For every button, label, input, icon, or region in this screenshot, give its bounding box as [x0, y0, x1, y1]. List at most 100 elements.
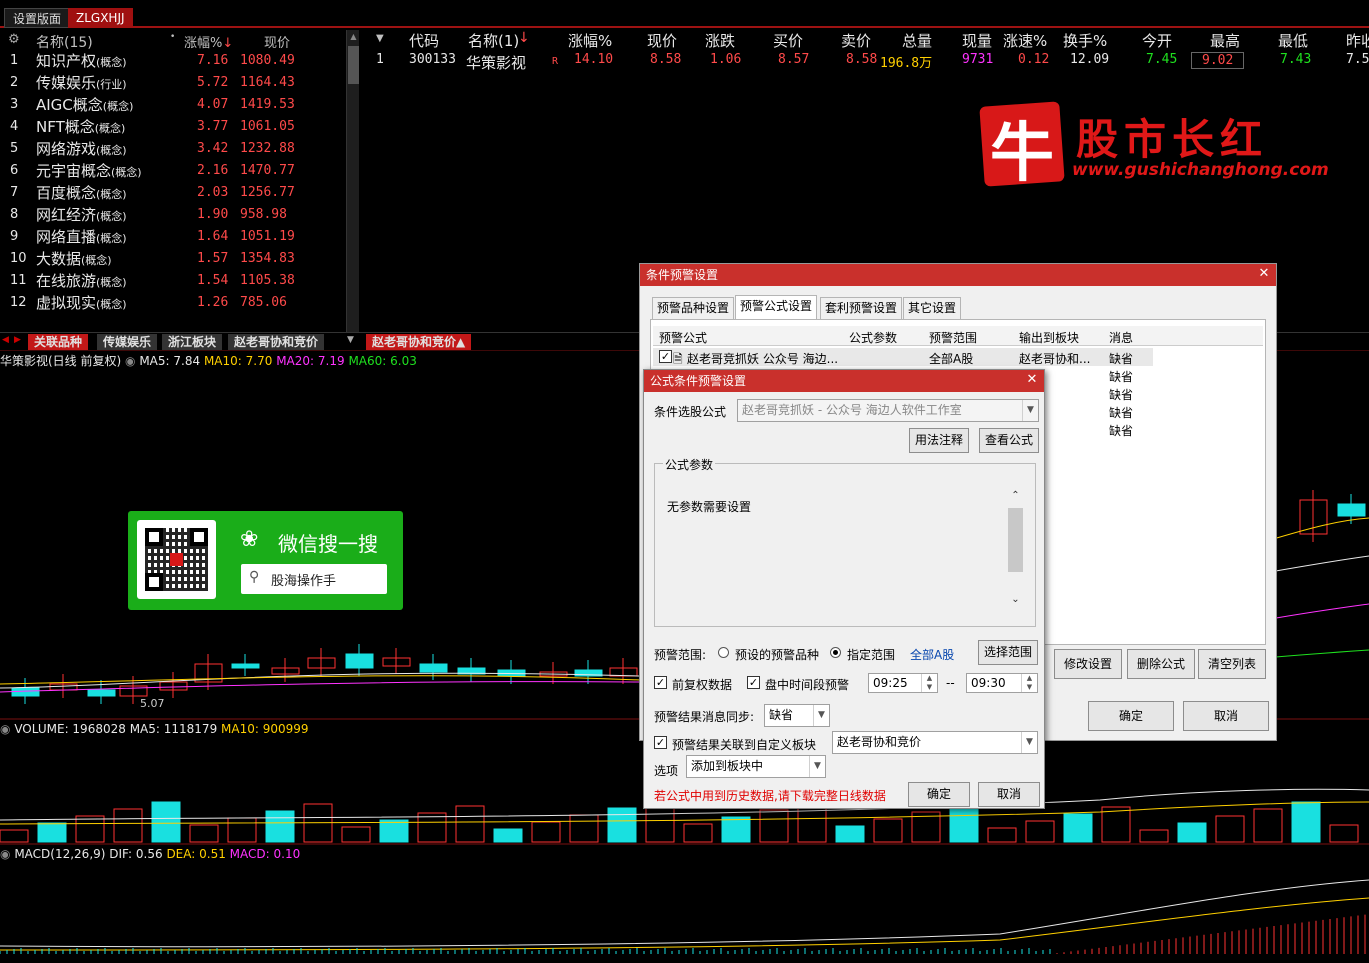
stock-col-header[interactable]: 涨跌 — [705, 30, 735, 51]
adjusted-checkbox[interactable]: ✓ — [654, 676, 667, 689]
scroll-down-icon[interactable]: ⌄ — [1007, 594, 1024, 608]
link-block-label[interactable]: 预警结果关联到自定义板块 — [672, 736, 816, 753]
wechat-ad[interactable]: ❀ 微信搜一搜 ⚲ 股海操作手 — [128, 511, 403, 610]
stock-col-header[interactable]: 今开 — [1142, 30, 1172, 51]
range-specified-label[interactable]: 指定范围 — [847, 646, 895, 663]
tab-other[interactable]: 其它设置 — [903, 297, 962, 319]
outer-close-icon[interactable]: ✕ — [1256, 266, 1272, 282]
time-start-input[interactable]: 09:25 ▲ ▼ — [868, 673, 938, 693]
stock-cell-name[interactable]: 华策影视 — [466, 52, 526, 73]
stock-col-header[interactable]: 名称(1) — [468, 30, 519, 51]
row-checkbox[interactable]: ✓ — [659, 350, 672, 363]
tab-related[interactable]: 关联品种 — [28, 334, 89, 350]
sector-row[interactable]: 9 网络直播(概念) 1.64 1051.19 — [0, 226, 346, 248]
usage-notes-button[interactable]: 用法注释 — [909, 428, 969, 453]
stock-col-header[interactable]: 代码 — [409, 30, 439, 51]
inner-cancel-button[interactable]: 取消 — [978, 782, 1040, 807]
scroll-up-icon[interactable]: ▲ — [348, 32, 359, 44]
stock-col-header[interactable]: 最高 — [1210, 30, 1240, 51]
stock-col-header[interactable]: 现价 — [647, 30, 677, 51]
col-output[interactable]: 输出到板块 — [1019, 329, 1079, 346]
col-formula[interactable]: 预警公式 — [659, 329, 707, 346]
tab-zhejiang[interactable]: 浙江板块 — [162, 334, 223, 350]
link-block-checkbox[interactable]: ✓ — [654, 736, 667, 749]
tab-media[interactable]: 传媒娱乐 — [97, 334, 158, 350]
header-price[interactable]: 现价 — [264, 32, 290, 51]
sector-row[interactable]: 11 在线旅游(概念) 1.54 1105.38 — [0, 270, 346, 292]
stock-cell-bid: 8.57 — [778, 52, 810, 67]
range-preset-label[interactable]: 预设的预警品种 — [735, 646, 819, 663]
range-value-link[interactable]: 全部A股 — [910, 646, 954, 663]
stock-col-header[interactable]: 涨速% — [1003, 30, 1047, 51]
tab-alert-formula[interactable]: 预警公式设置 — [735, 295, 818, 319]
col-params[interactable]: 公式参数 — [849, 329, 897, 346]
sector-row[interactable]: 3 AIGC概念(概念) 4.07 1419.53 — [0, 94, 346, 116]
tab-zlgxhjj[interactable]: ZLGXHJJ — [68, 8, 133, 28]
sector-scrollbar[interactable]: ▲ — [346, 30, 359, 332]
sector-row[interactable]: 5 网络游戏(概念) 3.42 1232.88 — [0, 138, 346, 160]
sector-row[interactable]: 7 百度概念(概念) 2.03 1256.77 — [0, 182, 346, 204]
params-scrollbar[interactable]: ⌃ ⌄ — [1007, 490, 1024, 610]
more-tabs-icon[interactable]: ▼ — [347, 335, 354, 345]
col-range[interactable]: 预警范围 — [929, 329, 977, 346]
prev-arrow-icon[interactable]: ◀ — [2, 335, 9, 345]
list-row-1[interactable]: ✓ 🗎 赵老哥竞抓妖 公众号 海边... 全部A股 赵老哥协和... 缺省 — [653, 348, 1153, 366]
stock-col-header[interactable]: 昨收 — [1346, 30, 1369, 51]
row-index: 8 — [10, 207, 19, 222]
intraday-checkbox[interactable]: ✓ — [747, 676, 760, 689]
link-block-select[interactable]: 赵老哥协和竞价 ▼ — [832, 731, 1038, 754]
wechat-search-box[interactable]: ⚲ 股海操作手 — [241, 564, 387, 594]
scroll-up-icon[interactable]: ⌃ — [1007, 490, 1024, 504]
tab-layout-settings[interactable]: 设置版面 — [4, 8, 71, 28]
adjusted-label[interactable]: 前复权数据 — [672, 676, 732, 693]
sector-row[interactable]: 8 网红经济(概念) 1.90 958.98 — [0, 204, 346, 226]
range-preset-radio[interactable] — [718, 647, 729, 658]
modify-settings-button[interactable]: 修改设置 — [1054, 649, 1122, 679]
stock-col-header[interactable]: 买价 — [773, 30, 803, 51]
outer-cancel-button[interactable]: 取消 — [1183, 701, 1269, 731]
spinner-icon[interactable]: ▲ ▼ — [1021, 674, 1037, 692]
stock-col-header[interactable]: 换手% — [1063, 30, 1107, 51]
tab-zlg[interactable]: 赵老哥协和竞价 — [228, 334, 325, 350]
sector-row[interactable]: 12 虚拟现实(概念) 1.26 785.06 — [0, 292, 346, 314]
sector-row[interactable]: 6 元宇宙概念(概念) 2.16 1470.77 — [0, 160, 346, 182]
stock-col-header[interactable]: 卖价 — [841, 30, 871, 51]
outer-ok-button[interactable]: 确定 — [1088, 701, 1174, 731]
sector-row[interactable]: 4 NFT概念(概念) 3.77 1061.05 — [0, 116, 346, 138]
stock-col-header[interactable]: 总量 — [902, 30, 932, 51]
sort-down-icon: ↓ — [518, 30, 530, 46]
stock-col-header[interactable]: 涨幅% — [568, 30, 612, 51]
inner-close-icon[interactable]: ✕ — [1024, 372, 1040, 388]
volume-bar — [873, 818, 903, 843]
next-arrow-icon[interactable]: ▶ — [14, 335, 21, 345]
sector-row[interactable]: 10 大数据(概念) 1.57 1354.83 — [0, 248, 346, 270]
spinner-icon[interactable]: ▲ ▼ — [921, 674, 937, 692]
tab-zlg-active[interactable]: 赵老哥协和竞价▲ — [366, 334, 472, 350]
stock-cell-code[interactable]: 300133 — [409, 52, 456, 67]
dropdown-icon[interactable]: ▼ — [376, 33, 384, 44]
clear-list-button[interactable]: 清空列表 — [1198, 649, 1266, 679]
delete-formula-button[interactable]: 删除公式 — [1127, 649, 1195, 679]
tab-alert-items[interactable]: 预警品种设置 — [652, 297, 735, 319]
intraday-label[interactable]: 盘中时间段预警 — [765, 676, 849, 693]
stock-col-header[interactable]: 最低 — [1278, 30, 1308, 51]
select-range-button[interactable]: 选择范围 — [978, 640, 1038, 665]
sector-row[interactable]: 1 知识产权(概念) 7.16 1080.49 — [0, 50, 346, 72]
params-scroll-thumb[interactable] — [1008, 508, 1023, 572]
scroll-thumb[interactable] — [348, 46, 359, 84]
header-change[interactable]: 涨幅%↓ — [184, 32, 233, 51]
col-msg[interactable]: 消息 — [1109, 329, 1133, 346]
inner-ok-button[interactable]: 确定 — [908, 782, 970, 807]
stock-col-header[interactable]: 现量 — [962, 30, 992, 51]
sync-select[interactable]: 缺省 ▼ — [764, 704, 830, 727]
time-end-input[interactable]: 09:30 ▲ ▼ — [966, 673, 1038, 693]
range-specified-radio[interactable] — [830, 647, 841, 658]
brand-char: 牛 — [990, 116, 1054, 191]
header-name[interactable]: 名称(15) — [36, 32, 93, 52]
sector-row[interactable]: 2 传媒娱乐(行业) 5.72 1164.43 — [0, 72, 346, 94]
gear-icon[interactable]: ⚙ — [8, 32, 20, 47]
formula-select[interactable]: 赵老哥竞抓妖 - 公众号 海边人软件工作室 ▼ — [737, 399, 1039, 422]
view-formula-button[interactable]: 查看公式 — [979, 428, 1039, 453]
tab-arbitrage[interactable]: 套利预警设置 — [820, 297, 903, 319]
option-select[interactable]: 添加到板块中 ▼ — [686, 755, 826, 778]
